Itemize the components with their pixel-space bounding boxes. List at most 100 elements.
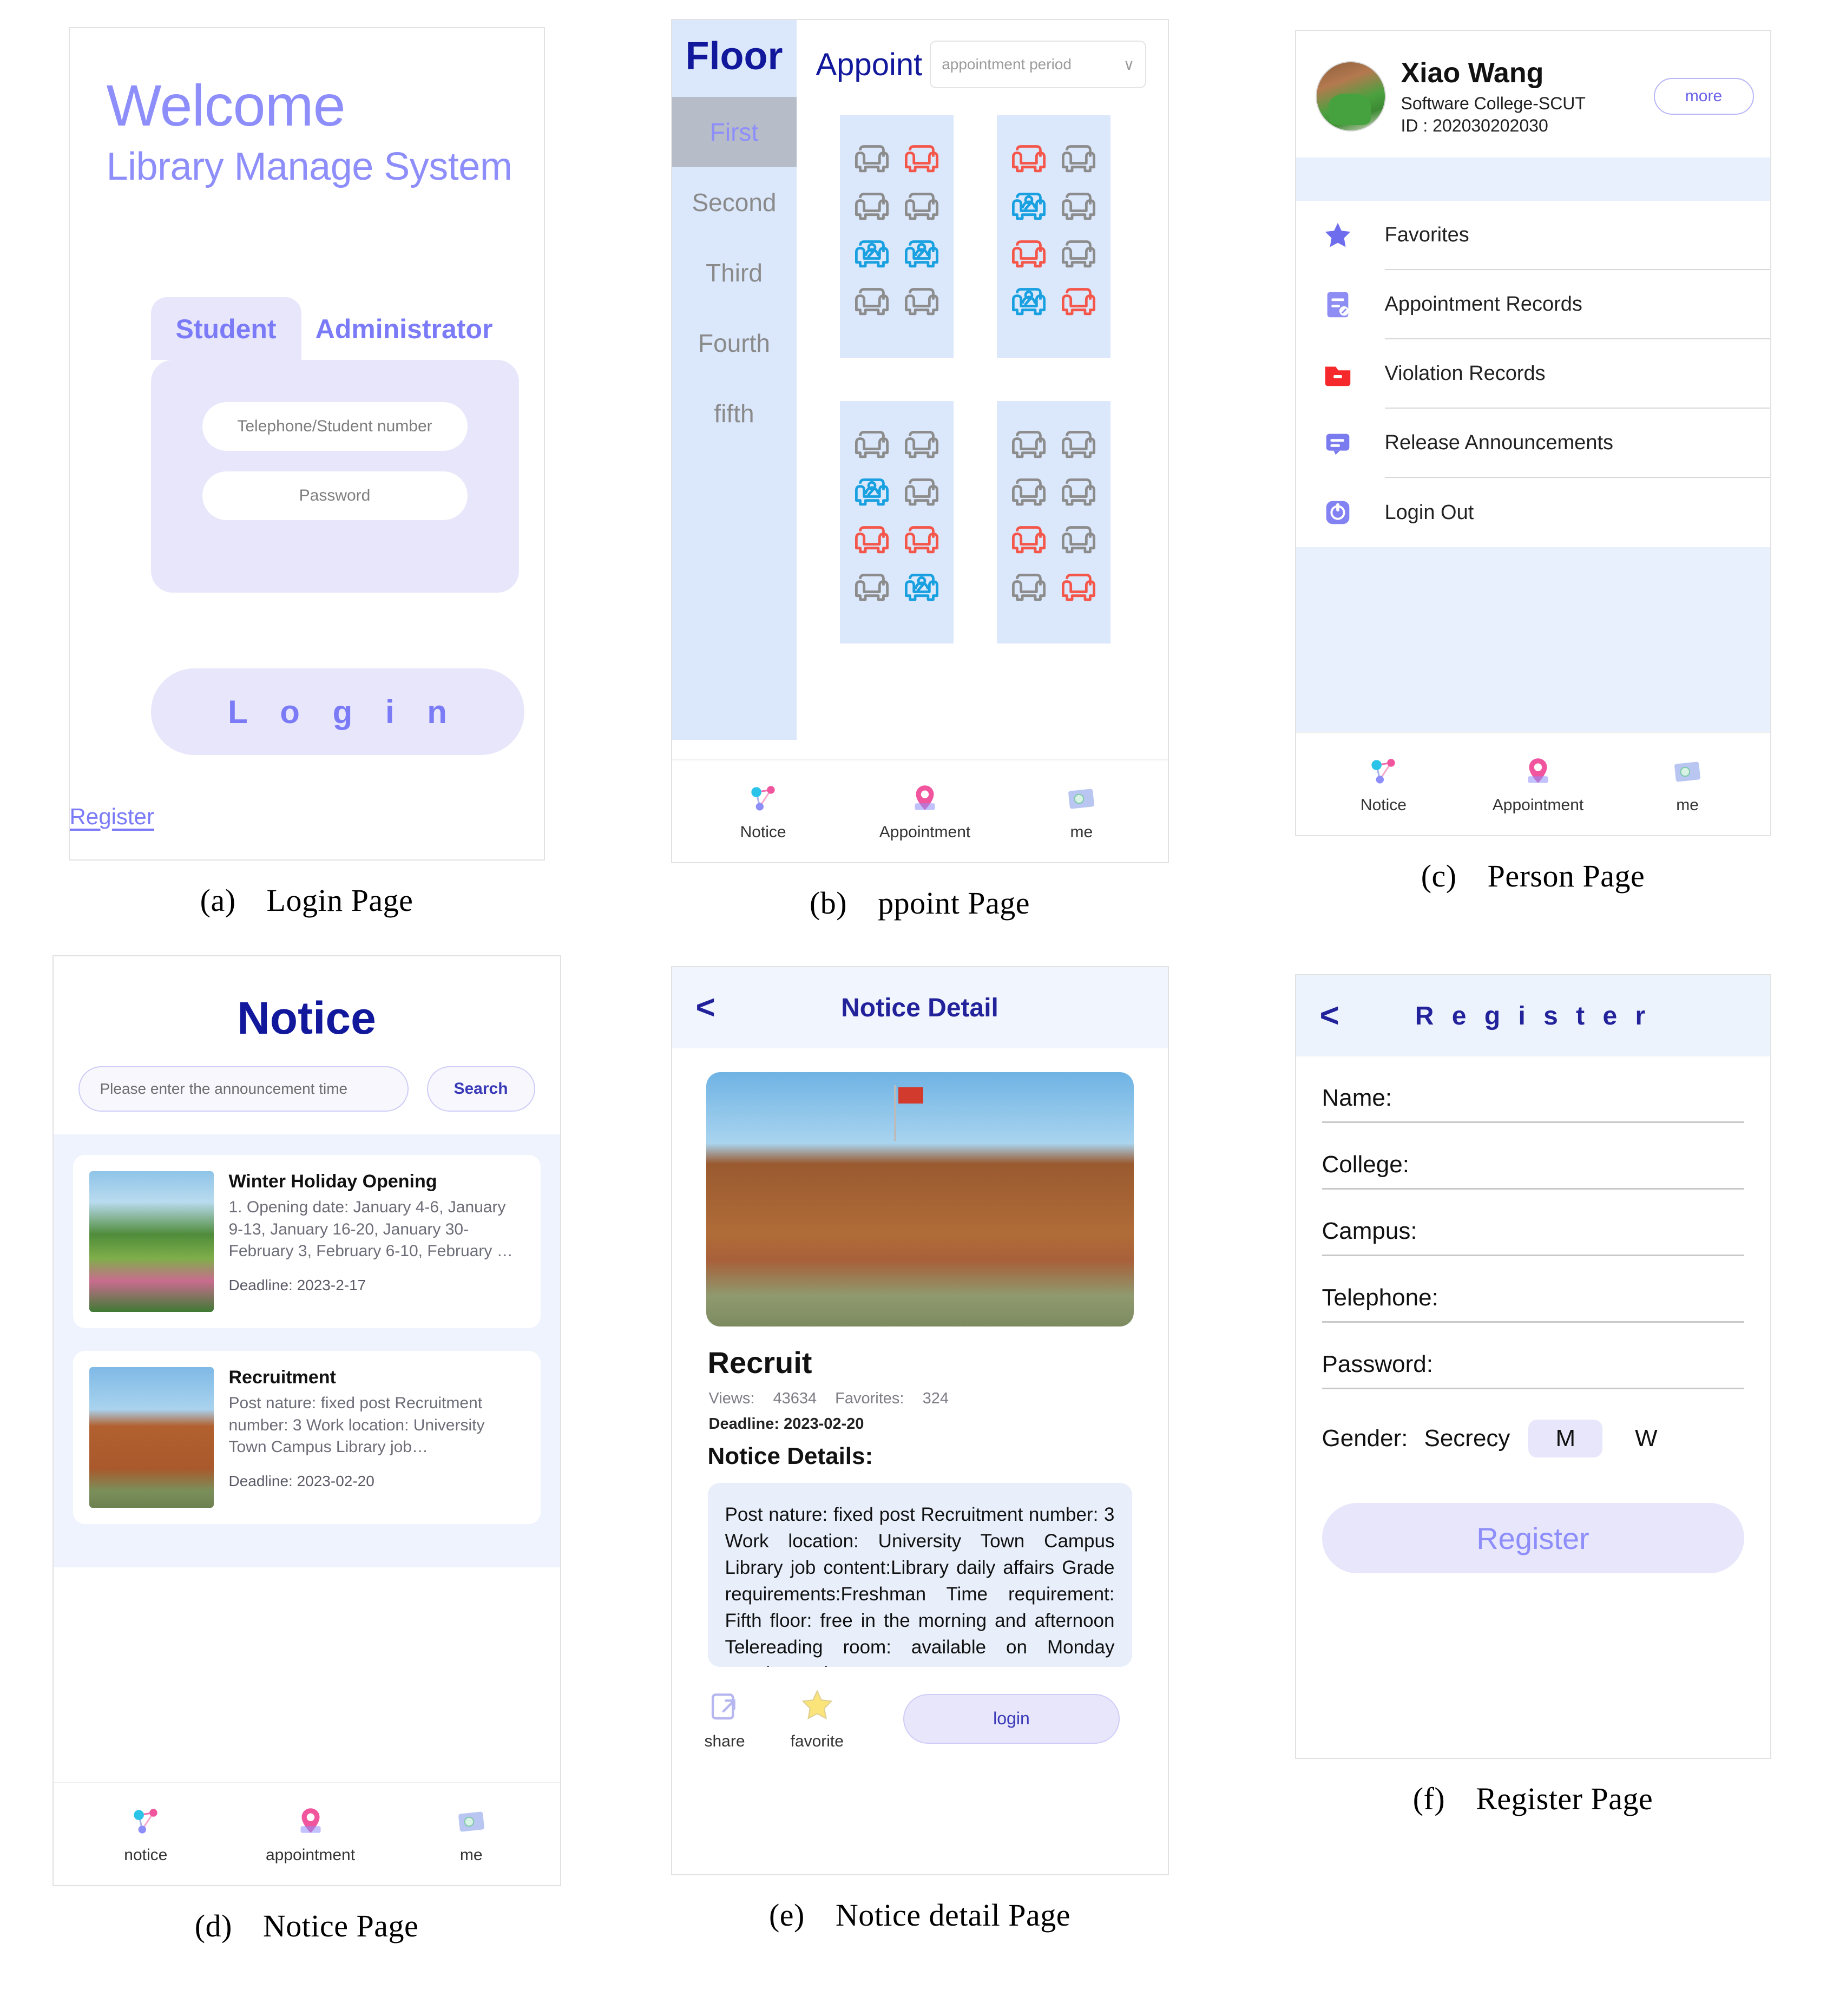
seat-booked-icon[interactable] — [901, 522, 943, 556]
seat-row — [997, 570, 1110, 603]
nav-item-me[interactable]: me — [454, 1804, 489, 1864]
panel-notice-page: Notice Search Winter Holiday Opening 1. … — [0, 944, 613, 1948]
search-button[interactable]: Search — [426, 1066, 535, 1112]
seat-free-icon[interactable] — [1057, 522, 1100, 556]
notice-card[interactable]: Recruitment Post nature: fixed post Recr… — [73, 1351, 541, 1524]
field-campus[interactable]: Campus: — [1322, 1190, 1744, 1256]
seat-free-icon[interactable] — [1057, 141, 1100, 175]
seat-free-icon[interactable] — [1008, 475, 1050, 508]
register-link[interactable]: Register — [70, 804, 463, 830]
seat-free-icon[interactable] — [1057, 427, 1100, 461]
floor-item-second[interactable]: Second — [672, 167, 797, 238]
nav-item-appointment[interactable]: Appointment — [1493, 754, 1583, 815]
seat-free-icon[interactable] — [901, 189, 943, 222]
nav-item-appointment[interactable]: appointment — [266, 1804, 355, 1864]
register-submit-button[interactable]: Register — [1322, 1503, 1744, 1573]
seat-free-icon[interactable] — [851, 284, 893, 318]
tab-administrator[interactable]: Administrator — [301, 297, 511, 360]
floor-item-fifth[interactable]: fifth — [672, 378, 797, 449]
field-password[interactable]: Password: — [1322, 1323, 1744, 1389]
seat-free-icon[interactable] — [1008, 427, 1050, 461]
seat-occupied-icon[interactable] — [1008, 284, 1050, 318]
field-college[interactable]: College: — [1322, 1123, 1744, 1190]
seat-occupied-icon[interactable] — [901, 570, 943, 603]
back-arrow-icon[interactable]: < — [696, 991, 715, 1025]
floor-item-first[interactable]: First — [672, 97, 797, 167]
nav-item-notice[interactable]: Notice — [1361, 754, 1407, 815]
seat-free-icon[interactable] — [851, 427, 893, 461]
seat-free-icon[interactable] — [1008, 570, 1050, 603]
menu-item-appointment-records[interactable]: Appointment Records — [1296, 270, 1770, 339]
seat-booked-icon[interactable] — [851, 522, 893, 556]
nav-label-notice: notice — [124, 1846, 168, 1864]
seat-booked-icon[interactable] — [1008, 237, 1050, 270]
seat-free-icon[interactable] — [901, 475, 943, 508]
menu-item-login-out[interactable]: Login Out — [1296, 478, 1770, 547]
seat-map-area: Appoint appointment period ∨ — [797, 20, 1168, 643]
register-phone-frame: < R e g i s t e r Name: College: Campus:… — [1294, 974, 1771, 1759]
card-photo-icon — [454, 1804, 489, 1840]
panel-appoint-page: Floor First Second Third Fourth fifth Ap… — [613, 0, 1226, 944]
panel-login-page: Welcome Library Manage System Student Ad… — [0, 0, 613, 944]
gender-option-w[interactable]: W — [1635, 1425, 1658, 1452]
login-phone-frame: Welcome Library Manage System Student Ad… — [68, 27, 545, 861]
floor-item-fourth[interactable]: Fourth — [672, 308, 797, 378]
menu-item-violation-records[interactable]: Violation Records — [1296, 339, 1770, 409]
more-button[interactable]: more — [1653, 78, 1754, 115]
gender-option-secrecy[interactable]: Secrecy — [1424, 1425, 1510, 1452]
nav-item-appointment[interactable]: Appointment — [879, 781, 970, 842]
detail-title: Recruit — [707, 1345, 812, 1380]
seat-occupied-icon[interactable] — [851, 475, 893, 508]
seat-occupied-icon[interactable] — [901, 237, 943, 270]
seat-free-icon[interactable] — [1057, 237, 1100, 270]
seat-free-icon[interactable] — [901, 427, 943, 461]
panel-notice-detail-page: < Notice Detail Recruit Views: 43634 Fav… — [613, 944, 1226, 1948]
login-button[interactable]: L o g i n — [150, 668, 524, 755]
nav-item-me[interactable]: me — [1063, 781, 1099, 842]
notice-card-text: Recruitment Post nature: fixed post Recr… — [229, 1367, 524, 1508]
search-input[interactable] — [78, 1066, 409, 1112]
gender-option-m[interactable]: M — [1528, 1420, 1603, 1457]
seat-free-icon[interactable] — [851, 570, 893, 603]
menu-item-release-announcements[interactable]: Release Announcements — [1296, 409, 1770, 478]
seat-row — [840, 284, 954, 318]
username-input[interactable] — [202, 402, 468, 451]
favorite-action[interactable]: favorite — [791, 1686, 844, 1751]
menu-item-favorites[interactable]: Favorites — [1296, 201, 1770, 270]
nav-item-me[interactable]: me — [1670, 754, 1705, 815]
detail-login-button[interactable]: login — [903, 1693, 1120, 1744]
seat-occupied-icon[interactable] — [851, 237, 893, 270]
nav-item-notice[interactable]: notice — [124, 1804, 167, 1864]
notice-card[interactable]: Winter Holiday Opening 1. Opening date: … — [73, 1155, 541, 1328]
share-action[interactable]: share — [705, 1686, 745, 1751]
person-menu: Favorites Appointment Records Violation … — [1296, 201, 1770, 547]
seat-booked-icon[interactable] — [1008, 141, 1050, 175]
field-name[interactable]: Name: — [1322, 1056, 1744, 1123]
seat-free-icon[interactable] — [1057, 475, 1100, 508]
seat-free-icon[interactable] — [851, 189, 893, 222]
notice-card-deadline: Deadline: 2023-2-17 — [228, 1276, 366, 1293]
seat-booked-icon[interactable] — [1008, 522, 1050, 556]
nav-item-notice[interactable]: Notice — [740, 781, 786, 842]
caption-b-label: (b) — [809, 885, 847, 921]
seat-free-icon[interactable] — [851, 141, 893, 175]
field-telephone[interactable]: Telephone: — [1322, 1256, 1744, 1323]
seat-booked-icon[interactable] — [901, 141, 943, 175]
person-phone-frame: Xiao Wang Software College-SCUT ID : 202… — [1294, 30, 1771, 836]
menu-label-login-out: Login Out — [1384, 501, 1474, 524]
seat-free-icon[interactable] — [1057, 189, 1100, 222]
floor-item-third[interactable]: Third — [672, 238, 797, 308]
nav-label-notice: Notice — [1360, 796, 1407, 814]
card-photo-icon — [1063, 781, 1099, 817]
seat-occupied-icon[interactable] — [1008, 189, 1050, 222]
seat-booked-icon[interactable] — [1057, 570, 1100, 603]
seat-row — [840, 570, 954, 603]
password-input[interactable] — [202, 471, 468, 520]
appoint-label: Appoint — [816, 47, 923, 82]
appointment-period-select[interactable]: appointment period ∨ — [930, 41, 1147, 88]
tab-student[interactable]: Student — [150, 297, 301, 360]
seat-booked-icon[interactable] — [1057, 284, 1100, 318]
bottom-nav-person: Notice Appointment me — [1296, 732, 1770, 835]
seat-free-icon[interactable] — [901, 284, 943, 318]
panel-person-page: Xiao Wang Software College-SCUT ID : 202… — [1226, 0, 1839, 944]
